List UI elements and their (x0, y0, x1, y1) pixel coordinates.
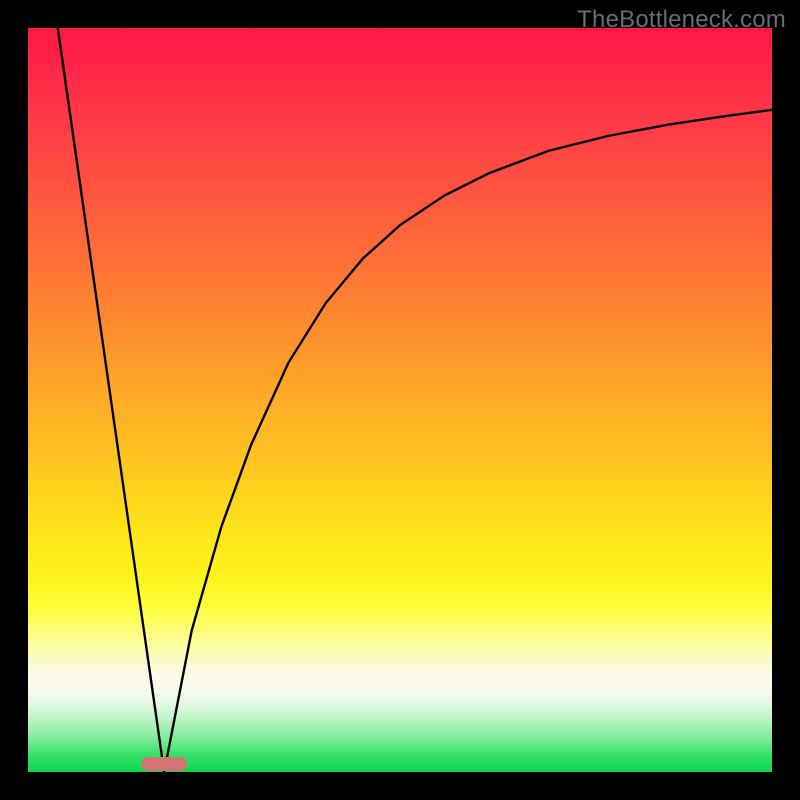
plot-area (28, 28, 772, 772)
curve-layer (28, 28, 772, 772)
optimal-zone-marker (141, 757, 187, 771)
right-curve-line (164, 110, 772, 772)
watermark-text: TheBottleneck.com (577, 6, 786, 34)
chart-frame: TheBottleneck.com (0, 0, 800, 800)
left-leg-line (58, 28, 164, 772)
